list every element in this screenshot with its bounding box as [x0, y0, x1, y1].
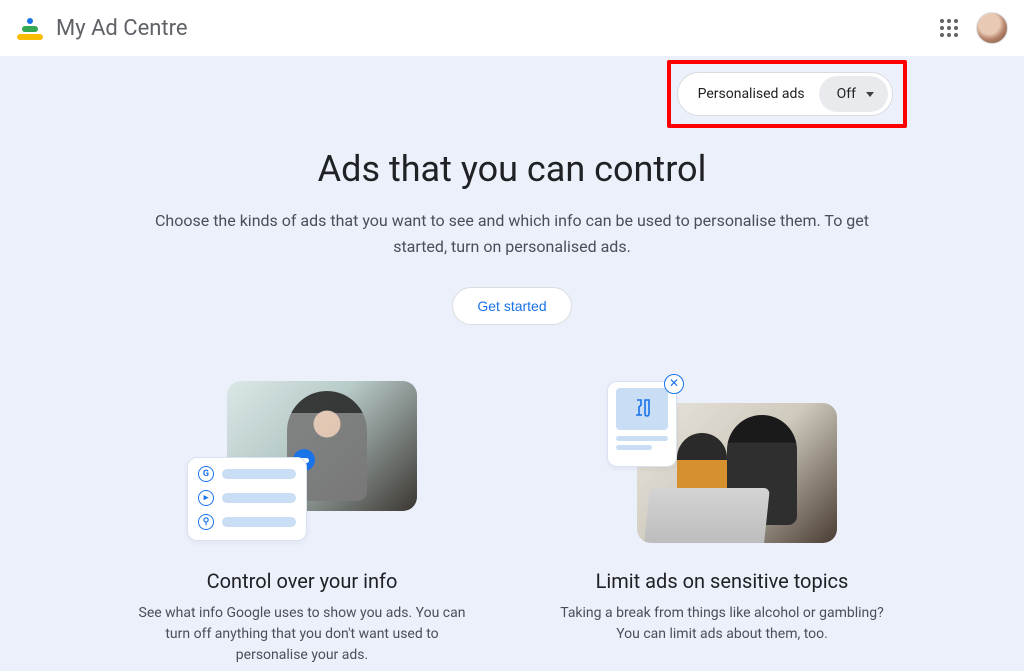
alcohol-icon	[616, 388, 668, 430]
personalised-ads-dropdown[interactable]: Off	[819, 76, 888, 112]
app-header: My Ad Centre	[0, 0, 1024, 56]
close-icon: ✕	[664, 374, 684, 394]
topic-card: ✕	[607, 381, 677, 467]
feature-title: Limit ads on sensitive topics	[596, 569, 849, 593]
personalised-ads-label: Personalised ads	[698, 86, 805, 102]
app-title: My Ad Centre	[56, 16, 188, 41]
get-started-button[interactable]: Get started	[452, 287, 571, 325]
list-item: ⚲	[198, 514, 296, 530]
hero-section: Ads that you can control Choose the kind…	[117, 148, 907, 325]
page-title: Ads that you can control	[318, 148, 707, 190]
feature-limit-topics: ✕ Limit ads on sensitive topics Taking a…	[552, 381, 892, 666]
account-avatar[interactable]	[976, 12, 1008, 44]
location-pin-icon: ⚲	[198, 514, 214, 530]
apps-grid-icon[interactable]	[940, 19, 958, 37]
chevron-down-icon	[866, 92, 874, 97]
page-body: Personalised ads Off Ads that you can co…	[0, 56, 1024, 671]
personalised-ads-control: Personalised ads Off	[677, 72, 893, 116]
personalised-ads-value: Off	[837, 86, 856, 102]
feature-description: See what info Google uses to show you ad…	[132, 603, 472, 666]
content-column: Personalised ads Off Ads that you can co…	[117, 56, 907, 666]
list-item: ▸	[198, 490, 296, 506]
header-left: My Ad Centre	[16, 14, 188, 42]
feature-description: Taking a break from things like alcohol …	[552, 603, 892, 645]
info-list-card: G ▸ ⚲	[187, 457, 307, 541]
feature-control-info: G ▸ ⚲ Control over your info	[132, 381, 472, 666]
header-right	[940, 12, 1008, 44]
google-icon: G	[198, 466, 214, 482]
feature-row: G ▸ ⚲ Control over your info	[117, 381, 907, 666]
app-logo-icon	[16, 14, 44, 42]
feature-title: Control over your info	[207, 569, 398, 593]
list-item: G	[198, 466, 296, 482]
feature-illustration: ✕	[597, 381, 847, 551]
annotation-highlight: Personalised ads Off	[667, 60, 907, 128]
feature-illustration: G ▸ ⚲	[177, 381, 427, 551]
video-icon: ▸	[198, 490, 214, 506]
page-subtitle: Choose the kinds of ads that you want to…	[132, 208, 892, 259]
